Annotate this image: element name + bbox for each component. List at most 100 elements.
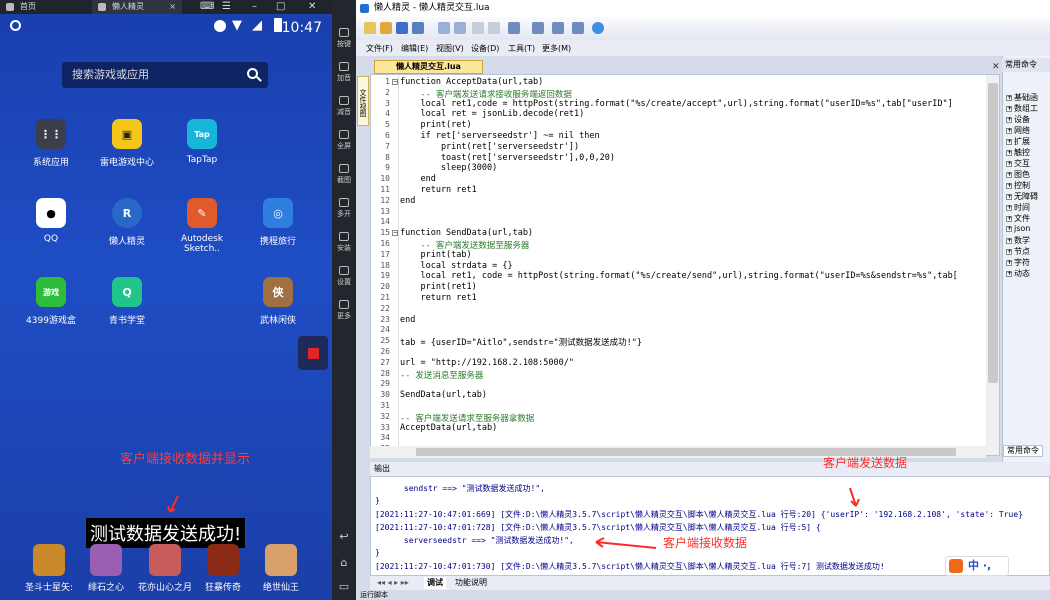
expand-icon[interactable]: + — [1006, 248, 1012, 255]
save-all-icon[interactable] — [412, 22, 424, 34]
gamepad-icon[interactable]: ⌨ — [200, 0, 214, 14]
search-input[interactable]: 搜索游戏或应用 — [62, 62, 268, 88]
minimize-icon[interactable]: – — [252, 0, 257, 14]
back-icon[interactable]: ↩ — [332, 530, 356, 543]
command-category[interactable]: + 控制 — [1006, 180, 1030, 191]
expand-icon[interactable]: + — [1006, 105, 1012, 112]
app-wulin[interactable]: 侠武林闲侠 — [240, 277, 316, 326]
doc-tab[interactable]: 懒人精灵交互.lua — [374, 60, 483, 74]
undo-icon[interactable] — [438, 22, 450, 34]
command-panel-tab[interactable]: 常用命令 — [1003, 445, 1043, 457]
paste-icon[interactable] — [508, 22, 520, 34]
capture-icon[interactable] — [552, 22, 564, 34]
tab-function-docs[interactable]: 功能说明 — [452, 577, 490, 589]
camera-icon[interactable] — [572, 22, 584, 34]
screenshot-button[interactable]: 截图 — [332, 164, 356, 185]
maximize-icon[interactable]: □ — [276, 0, 285, 14]
command-category[interactable]: + 设备 — [1006, 114, 1030, 125]
expand-icon[interactable]: + — [1006, 259, 1012, 266]
cut-icon[interactable] — [472, 22, 484, 34]
command-category[interactable]: + 数组工 — [1006, 103, 1038, 114]
dock-app[interactable]: 圣斗士星矢: — [17, 544, 81, 593]
expand-icon[interactable]: + — [1006, 204, 1012, 211]
expand-icon[interactable]: + — [1006, 270, 1012, 277]
settings-button[interactable]: 设置 — [332, 266, 356, 287]
command-category[interactable]: + 节点 — [1006, 246, 1030, 257]
fullscreen-button[interactable]: 全屏 — [332, 130, 356, 151]
expand-icon[interactable]: + — [1006, 160, 1012, 167]
more-button[interactable]: 更多 — [332, 300, 356, 321]
recent-apps-icon[interactable]: ▭ — [332, 580, 356, 593]
command-category[interactable]: + 基础函 — [1006, 92, 1038, 103]
expand-icon[interactable]: + — [1006, 116, 1012, 123]
tab-lazy-sprite[interactable]: 懒人精灵 × — [92, 0, 182, 14]
app-taptap[interactable]: Tap TapTap — [164, 119, 240, 165]
app-lazy-sprite[interactable]: R 懒人精灵 — [89, 198, 165, 247]
menu-tools[interactable]: 工具(T) — [508, 43, 535, 54]
close-window-icon[interactable]: ✕ — [308, 0, 316, 14]
menu-view[interactable]: 视图(V) — [436, 43, 464, 54]
tab-home[interactable]: 首页 — [0, 0, 90, 14]
open-file-icon[interactable] — [380, 22, 392, 34]
command-category[interactable]: + 时间 — [1006, 202, 1030, 213]
dock-app[interactable]: 绯石之心 — [74, 544, 138, 593]
command-category[interactable]: + 图色 — [1006, 169, 1030, 180]
app-system[interactable]: ⋮⋮ 系统应用 — [13, 119, 89, 168]
command-category[interactable]: + 交互 — [1006, 158, 1030, 169]
dock-app[interactable]: 绝世仙王 — [249, 544, 313, 593]
file-view-tab[interactable]: 文件视图 — [357, 76, 369, 126]
dock-app[interactable]: 狂暴传奇 — [191, 544, 255, 593]
expand-icon[interactable]: + — [1006, 215, 1012, 222]
app-qq[interactable]: ● QQ — [13, 198, 89, 244]
menu-more[interactable]: 更多(M) — [542, 43, 571, 54]
ime-indicator[interactable]: 中 ·, — [945, 556, 1009, 576]
stop-script-button[interactable] — [298, 336, 328, 370]
home-icon[interactable]: ⌂ — [332, 556, 356, 569]
save-icon[interactable] — [396, 22, 408, 34]
command-category[interactable]: + 文件 — [1006, 213, 1030, 224]
close-doc-icon[interactable]: ✕ — [992, 62, 1000, 72]
app-4399[interactable]: 游戏 4399游戏盒 — [13, 277, 89, 326]
expand-icon[interactable]: + — [1006, 225, 1012, 232]
command-category[interactable]: + 字符 — [1006, 257, 1030, 268]
command-category[interactable]: + 网络 — [1006, 125, 1030, 136]
close-icon[interactable]: × — [169, 0, 176, 14]
keymap-button[interactable]: 按键 — [332, 28, 356, 49]
app-autodesk-sketch[interactable]: ✎ Autodesk Sketch.. — [164, 198, 240, 254]
menu-icon[interactable]: ☰ — [222, 0, 231, 14]
volume-up-button[interactable]: 加音 — [332, 62, 356, 83]
nav-arrows-icon[interactable]: ◂◂ ◂ ▸ ▸▸ — [374, 577, 412, 589]
code-editor[interactable]: 1−2 3 4 5 6 7 8 9 10 11 12 13 14 15−16 17 18 19 20 21 22 23 2… — [370, 74, 1000, 456]
command-category[interactable]: + json — [1006, 224, 1030, 233]
help-icon[interactable] — [592, 22, 604, 34]
expand-icon[interactable]: + — [1006, 171, 1012, 178]
fold-icon[interactable]: − — [392, 230, 398, 237]
menu-device[interactable]: 设备(D) — [471, 43, 499, 54]
volume-down-button[interactable]: 减音 — [332, 96, 356, 117]
new-file-icon[interactable] — [364, 22, 376, 34]
fold-icon[interactable]: − — [392, 79, 398, 85]
expand-icon[interactable]: + — [1006, 149, 1012, 156]
command-category[interactable]: + 扩展 — [1006, 136, 1030, 147]
menu-file[interactable]: 文件(F) — [366, 43, 393, 54]
expand-icon[interactable]: + — [1006, 182, 1012, 189]
expand-icon[interactable]: + — [1006, 127, 1012, 134]
expand-icon[interactable]: + — [1006, 193, 1012, 200]
app-ld-gamecenter[interactable]: ▣ 雷电游戏中心 — [89, 119, 165, 168]
redo-icon[interactable] — [454, 22, 466, 34]
expand-icon[interactable]: + — [1006, 237, 1012, 244]
scrollbar-thumb[interactable] — [988, 83, 998, 383]
app-ctrip[interactable]: ◎ 携程旅行 — [240, 198, 316, 247]
install-button[interactable]: 安装 — [332, 232, 356, 253]
menu-edit[interactable]: 编辑(E) — [401, 43, 428, 54]
expand-icon[interactable]: + — [1006, 94, 1012, 101]
copy-icon[interactable] — [488, 22, 500, 34]
command-category[interactable]: + 无障碍 — [1006, 191, 1038, 202]
multi-instance-button[interactable]: 多开 — [332, 198, 356, 219]
expand-icon[interactable]: + — [1006, 138, 1012, 145]
dock-app[interactable]: 花亦山心之月 — [133, 544, 197, 593]
command-category[interactable]: + 数学 — [1006, 235, 1030, 246]
tab-debug[interactable]: 调试 — [424, 577, 446, 589]
app-qingshu[interactable]: Q 青书学堂 — [89, 277, 165, 326]
device-icon[interactable] — [532, 22, 544, 34]
